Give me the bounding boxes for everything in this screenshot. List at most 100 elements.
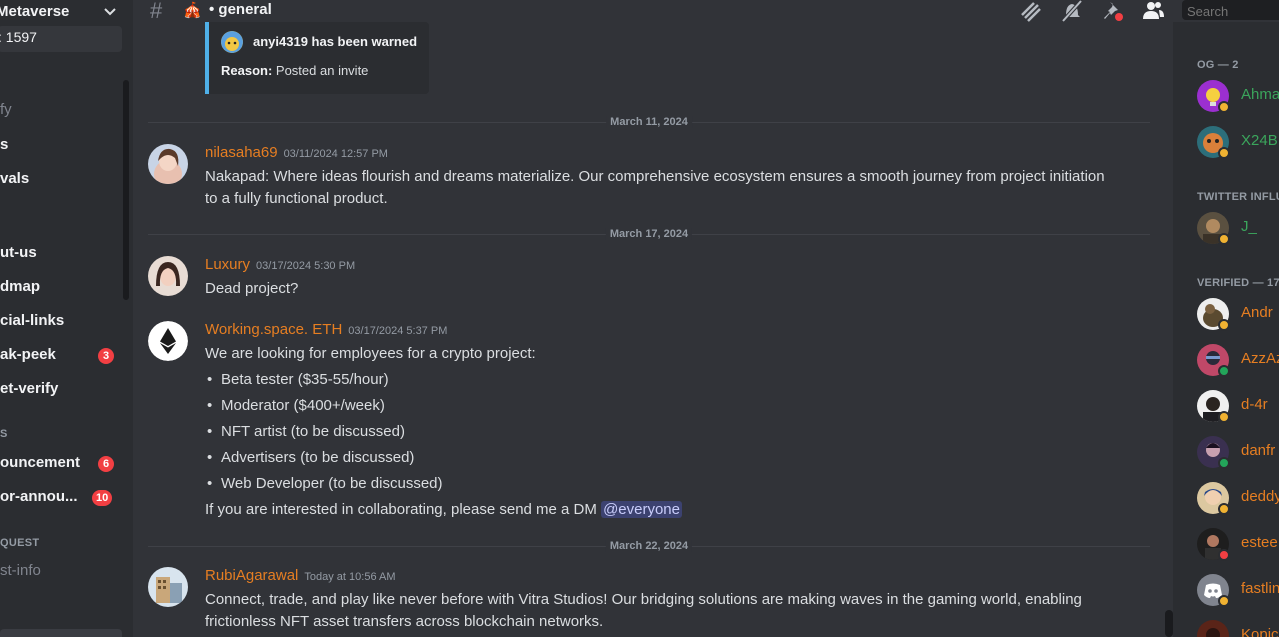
list-item: Web Developer (to be discussed) — [205, 471, 1105, 497]
status-online-icon — [1218, 457, 1230, 469]
channel-item[interactable]: ak-peek — [0, 346, 56, 363]
member-name: fastlin — [1241, 580, 1279, 597]
channel-header: # 🎪 • general — [133, 0, 1279, 23]
channel-title: • general — [209, 1, 272, 18]
channel-item[interactable]: ouncement — [0, 454, 80, 471]
channel-item[interactable]: or-annou... — [0, 488, 78, 505]
date-divider: March 22, 2024 — [148, 540, 1150, 552]
member-name: X24B — [1241, 132, 1278, 149]
everyone-mention[interactable]: @everyone — [601, 501, 682, 518]
chat-scrollbar[interactable] — [1165, 610, 1173, 637]
channel-item[interactable]: fy — [0, 101, 12, 118]
ethereum-avatar[interactable] — [148, 321, 188, 361]
member-item[interactable]: fastlin — [1197, 574, 1279, 608]
date-divider-label: March 17, 2024 — [605, 228, 693, 240]
bullet-list: Beta tester ($35-55/hour) Moderator ($40… — [205, 367, 1105, 497]
member-category: TWITTER INFLU — [1197, 191, 1279, 203]
member-name: d-4r — [1241, 396, 1268, 413]
date-divider-label: March 11, 2024 — [606, 116, 692, 128]
member-item[interactable]: X24B — [1197, 126, 1279, 160]
unread-badge: 10 — [92, 490, 113, 506]
message-outro: If you are interested in collaborating, … — [205, 499, 1105, 521]
sidebar-scrollbar[interactable] — [123, 80, 129, 300]
status-idle-icon — [1218, 411, 1230, 423]
status-idle-icon — [1218, 101, 1230, 113]
channel-item[interactable]: s — [0, 136, 8, 153]
avatar[interactable] — [148, 144, 188, 184]
server-name: Metaverse — [0, 2, 70, 20]
message[interactable]: RubiAgarawal Today at 10:56 AM Connect, t… — [148, 567, 1150, 637]
message-header: Working.space. ETH 03/17/2024 5:37 PM — [205, 321, 447, 339]
member-item[interactable]: Kopic — [1197, 620, 1279, 637]
member-name: Andr — [1241, 304, 1273, 321]
pin-icon[interactable] — [1101, 0, 1125, 22]
list-item: Moderator ($400+/week) — [205, 393, 1105, 419]
status-idle-icon — [1218, 595, 1230, 607]
timestamp: 03/17/2024 5:30 PM — [256, 260, 356, 272]
avatar[interactable] — [148, 567, 188, 607]
chevron-down-icon — [104, 8, 116, 16]
reason-line: Reason: Posted an invite — [221, 63, 368, 78]
message[interactable]: Luxury 03/17/2024 5:30 PM Dead project? — [148, 256, 1150, 304]
member-name: Ahma — [1241, 86, 1279, 103]
unread-badge: 6 — [98, 456, 114, 472]
message-intro: We are looking for employees for a crypt… — [205, 345, 536, 362]
outro-text: If you are interested in collaborating, … — [205, 501, 602, 518]
list-item: Advertisers (to be discussed) — [205, 445, 1105, 471]
status-idle-icon — [1218, 147, 1230, 159]
message-header: Luxury 03/17/2024 5:30 PM — [205, 256, 355, 274]
date-divider: March 11, 2024 — [148, 116, 1150, 128]
member-item[interactable]: Andr — [1197, 298, 1279, 332]
unread-badge: 3 — [98, 348, 114, 364]
member-item[interactable]: d-4r — [1197, 390, 1279, 424]
member-name: J_ — [1241, 218, 1257, 235]
hashtag-icon: # — [150, 0, 163, 23]
member-name: AzzAz — [1241, 350, 1279, 367]
member-item[interactable]: AzzAz — [1197, 344, 1279, 378]
status-idle-icon — [1218, 233, 1230, 245]
member-list: OG — 2 Ahma X24B TWITTER INFLU J_ VERIFI… — [1173, 22, 1279, 637]
channel-item[interactable]: cial-links — [0, 312, 64, 329]
channel-item[interactable]: ut-us — [0, 244, 37, 261]
warned-text: anyi4319 has been warned — [253, 34, 418, 49]
status-dnd-icon — [1218, 549, 1230, 561]
member-item[interactable]: danfr — [1197, 436, 1279, 470]
channel-item[interactable]: et-verify — [0, 380, 58, 397]
status-idle-icon — [1218, 319, 1230, 331]
threads-icon[interactable] — [1019, 0, 1043, 22]
member-item[interactable]: estee — [1197, 528, 1279, 562]
search-input[interactable] — [1182, 0, 1279, 20]
members-icon[interactable] — [1141, 0, 1165, 22]
member-item[interactable]: Ahma — [1197, 80, 1279, 114]
message-content: Dead project? — [205, 280, 299, 297]
server-header[interactable]: Metaverse — [0, 0, 133, 22]
message[interactable]: Working.space. ETH 03/17/2024 5:37 PM We … — [148, 321, 1150, 521]
username[interactable]: RubiAgarawal — [205, 567, 298, 584]
channel-item[interactable]: st-info — [0, 562, 41, 579]
username[interactable]: nilasaha69 — [205, 144, 278, 161]
member-item[interactable]: deddy — [1197, 482, 1279, 516]
member-item[interactable]: J_ — [1197, 212, 1279, 246]
channel-category[interactable]: S — [0, 428, 8, 440]
date-divider-label: March 22, 2024 — [605, 540, 693, 552]
avatar — [221, 31, 243, 53]
member-count: : 1597 — [0, 26, 122, 52]
username[interactable]: Working.space. ETH — [205, 321, 342, 338]
channel-item[interactable]: vals — [0, 170, 29, 187]
status-online-icon — [1218, 365, 1230, 377]
member-name: Kopic — [1241, 626, 1279, 637]
avatar[interactable] — [148, 256, 188, 296]
member-name: estee — [1241, 534, 1278, 551]
timestamp: Today at 10:56 AM — [304, 571, 396, 583]
channel-item[interactable]: dmap — [0, 278, 40, 295]
list-item: NFT artist (to be discussed) — [205, 419, 1105, 445]
bell-muted-icon[interactable] — [1060, 0, 1084, 22]
channel-category[interactable]: QUEST — [0, 537, 39, 549]
discord-app: Metaverse : 1597 fy s vals ut-us dmap ci… — [0, 0, 1279, 637]
message[interactable]: nilasaha69 03/11/2024 12:57 PM Nakapad: W… — [148, 144, 1150, 214]
status-idle-icon — [1218, 503, 1230, 515]
member-category: OG — 2 — [1197, 59, 1239, 71]
member-name: deddy — [1241, 488, 1279, 505]
message-list: anyi4319 has been warned Reason: Posted … — [133, 22, 1166, 637]
username[interactable]: Luxury — [205, 256, 250, 273]
